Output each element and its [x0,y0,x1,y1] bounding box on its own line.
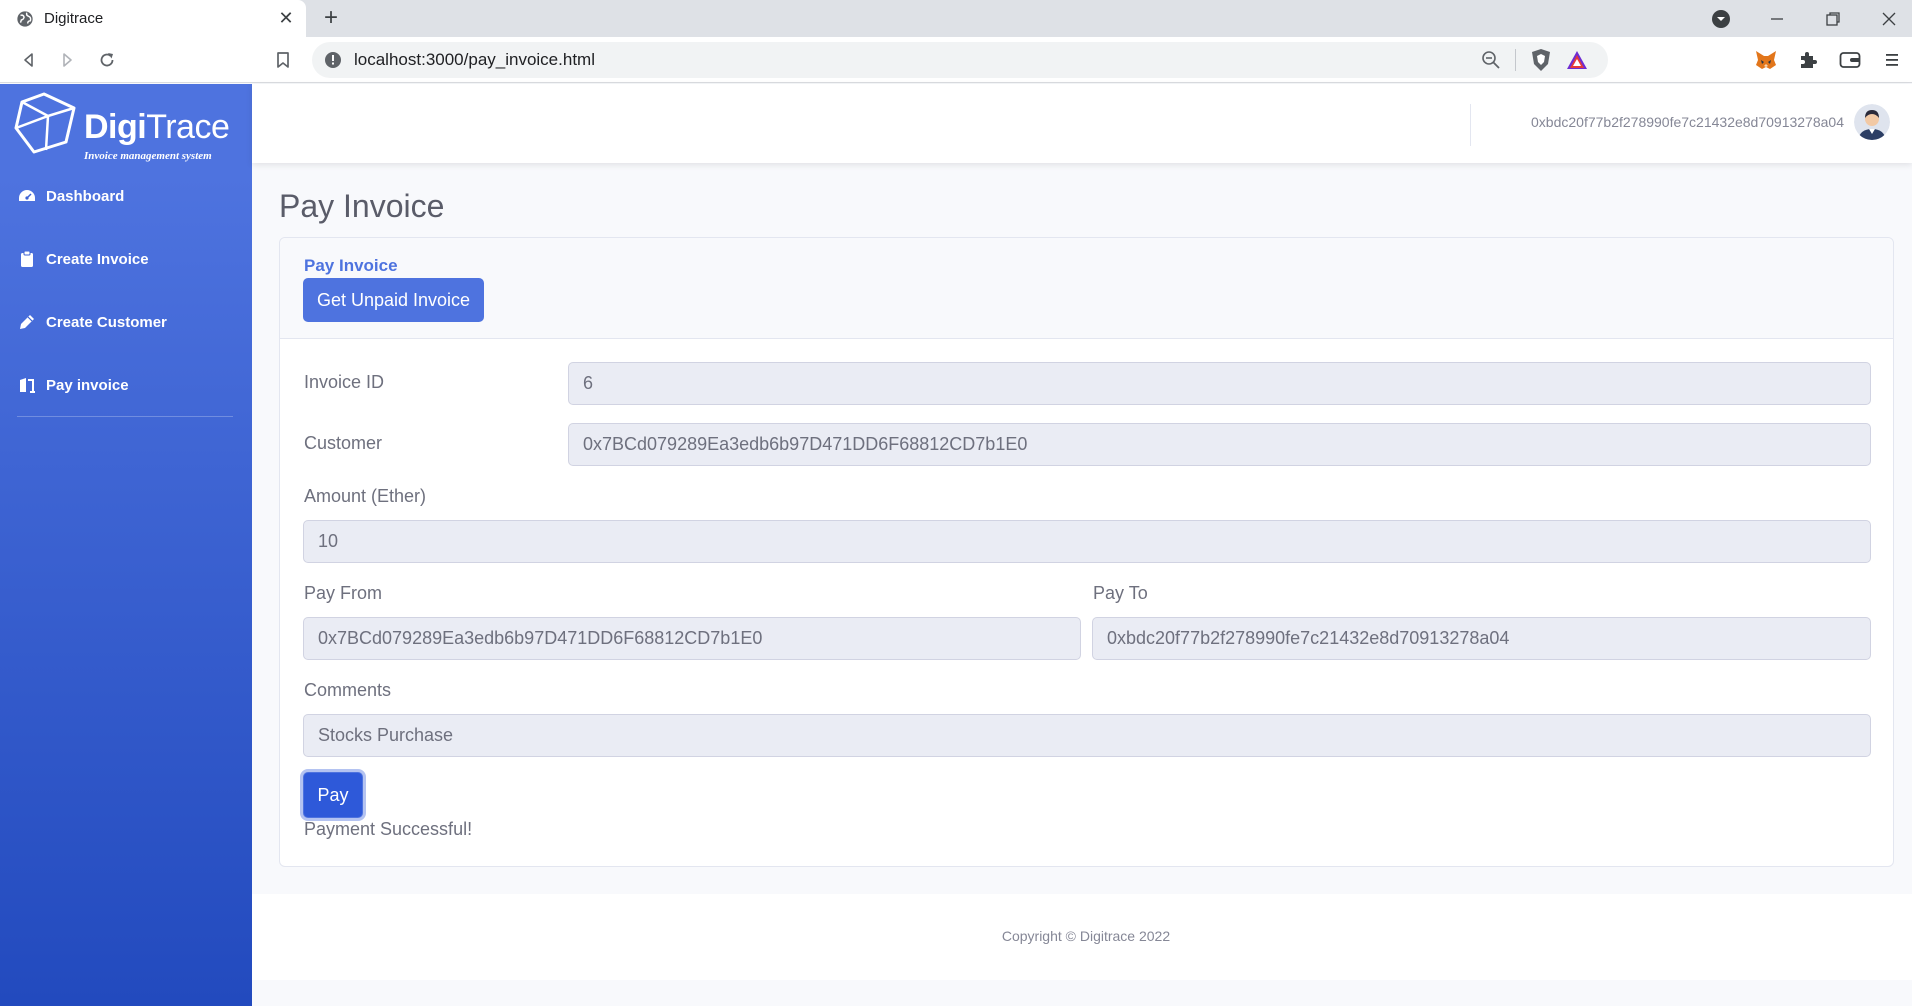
sidebar-item-label: Dashboard [46,187,125,205]
customer-label: Customer [304,433,383,453]
sidebar-item-label: Create Customer [46,313,167,331]
account-address[interactable]: 0xbdc20f77b2f278990fe7c21432e8d70913278a… [1531,114,1844,130]
close-window-button[interactable] [1864,0,1912,37]
forward-button[interactable] [54,47,80,73]
brand-name: DigiTrace [84,108,230,147]
puzzle-icon [1801,52,1817,68]
get-unpaid-invoice-button[interactable]: Get Unpaid Invoice [303,278,484,322]
hamburger-menu-icon [1886,54,1898,66]
reload-icon [100,53,114,67]
tab-title: Digitrace [44,10,104,27]
sidebar-item-pay-invoice[interactable]: Pay invoice [18,370,129,400]
bookmark-button[interactable] [270,47,296,73]
pen-icon [18,313,36,331]
new-tab-button[interactable]: + [318,4,344,31]
browser-menu-button[interactable] [1880,48,1904,72]
sidebar-divider [17,416,233,417]
globe-icon [17,10,33,27]
cube-logo-icon [14,92,76,154]
sidebar-item-create-invoice[interactable]: Create Invoice [18,244,149,274]
restore-icon [1826,11,1840,26]
amount-field[interactable]: 10 [303,520,1871,563]
comments-label: Comments [304,680,392,700]
pay-to-field[interactable]: 0xbdc20f77b2f278990fe7c21432e8d70913278a… [1092,617,1871,660]
info-icon [325,52,341,68]
browser-toolbar: localhost:3000/pay_invoice.html [0,37,1912,83]
zoom-icon[interactable] [1481,50,1501,70]
url-text[interactable]: localhost:3000/pay_invoice.html [354,50,1481,70]
footer: Copyright © Digitrace 2022 [252,894,1912,980]
payment-status-message: Payment Successful! [304,819,473,839]
sidebar-item-label: Pay invoice [46,376,129,394]
user-avatar-icon [1854,104,1890,140]
page-title: Pay Invoice [279,188,445,224]
address-bar[interactable]: localhost:3000/pay_invoice.html [312,42,1608,78]
brand-subtitle: Invoice management system [84,150,212,162]
minimize-icon [1771,17,1783,20]
minimize-button[interactable] [1752,0,1802,37]
pay-invoice-card: Pay Invoice Get Unpaid Invoice Invoice I… [279,237,1894,867]
sidebar-item-dashboard[interactable]: Dashboard [18,181,124,211]
wallet-button[interactable] [1838,48,1862,72]
close-icon [1882,12,1896,25]
brand-name-bold: Digi [84,108,147,146]
brand-name-light: Trace [146,108,230,146]
brave-rewards-icon[interactable] [1566,49,1588,71]
pay-button[interactable]: Pay [303,772,363,818]
avatar[interactable] [1854,104,1890,140]
back-arrow-icon [24,53,33,67]
dashboard-icon [18,187,36,205]
reload-button[interactable] [94,47,120,73]
back-button[interactable] [16,47,42,73]
brand-logo[interactable]: DigiTrace Invoice management system [14,90,244,166]
bookmark-icon [277,52,289,68]
customer-field[interactable]: 0x7BCd079289Ea3edb6b97D471DD6F68812CD7b1… [568,423,1871,466]
close-tab-icon[interactable]: ✕ [274,7,298,31]
invoice-id-field[interactable]: 6 [568,362,1871,405]
sidebar-item-create-customer[interactable]: Create Customer [18,307,167,337]
browser-tab-bar: Digitrace ✕ + [0,0,1912,37]
chevron-down-icon [1712,9,1730,28]
tab-search-button[interactable] [1696,0,1746,37]
pay-from-field[interactable]: 0x7BCd079289Ea3edb6b97D471DD6F68812CD7b1… [303,617,1081,660]
forward-arrow-icon [63,53,72,67]
restore-button[interactable] [1808,0,1858,37]
sidebar-item-label: Create Invoice [46,250,149,268]
wallet-icon [1839,52,1861,68]
topbar-divider [1470,104,1471,146]
sidebar: DigiTrace Invoice management system Dash… [0,84,252,1006]
pay-from-label: Pay From [304,583,383,603]
copyright-text: Copyright © Digitrace 2022 [1001,928,1171,944]
topbar: 0xbdc20f77b2f278990fe7c21432e8d70913278a… [252,84,1912,163]
browser-tab[interactable]: Digitrace ✕ [0,0,306,37]
comments-field[interactable]: Stocks Purchase [303,714,1871,757]
card-header-title: Pay Invoice [304,256,398,275]
invoice-id-label: Invoice ID [304,372,385,392]
pay-to-label: Pay To [1093,583,1148,603]
fox-icon [1756,51,1776,69]
clipboard-icon [18,250,36,268]
metamask-extension[interactable] [1754,48,1778,72]
omnibox-divider [1515,49,1516,71]
extensions-button[interactable] [1796,48,1820,72]
card-header: Pay Invoice Get Unpaid Invoice [280,238,1893,339]
brave-shield-icon[interactable] [1530,48,1552,72]
amount-label: Amount (Ether) [304,486,427,506]
pay-icon [18,376,36,394]
